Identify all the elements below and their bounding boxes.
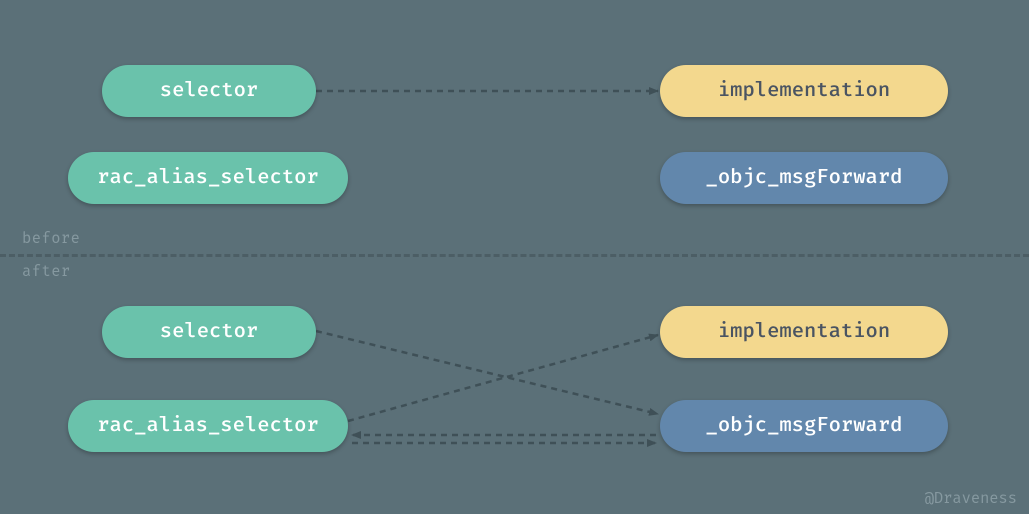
node-label: selector (160, 79, 258, 103)
node-label: _objc_msgForward (706, 414, 903, 438)
node-after-rac-alias-selector: rac_alias_selector (68, 400, 348, 452)
node-label: implementation (718, 79, 890, 103)
node-label: rac_alias_selector (97, 166, 319, 190)
node-before-selector: selector (102, 65, 316, 117)
node-label: _objc_msgForward (706, 166, 903, 190)
node-before-objc-msgforward: _objc_msgForward (660, 152, 948, 204)
divider-line (0, 254, 1029, 257)
node-after-implementation: implementation (660, 306, 948, 358)
node-label: selector (160, 320, 258, 344)
node-label: implementation (718, 320, 890, 344)
divider-before-label: before (22, 229, 80, 248)
diagram-canvas: selector implementation rac_alias_select… (0, 0, 1029, 514)
credit-label: @Draveness (925, 489, 1017, 508)
arrow-after-rac-to-implementation (348, 335, 658, 421)
arrow-after-selector-to-msgforward (316, 331, 658, 414)
divider-after-label: after (22, 262, 71, 281)
node-after-objc-msgforward: _objc_msgForward (660, 400, 948, 452)
node-label: rac_alias_selector (97, 414, 319, 438)
node-before-rac-alias-selector: rac_alias_selector (68, 152, 348, 204)
node-before-implementation: implementation (660, 65, 948, 117)
node-after-selector: selector (102, 306, 316, 358)
